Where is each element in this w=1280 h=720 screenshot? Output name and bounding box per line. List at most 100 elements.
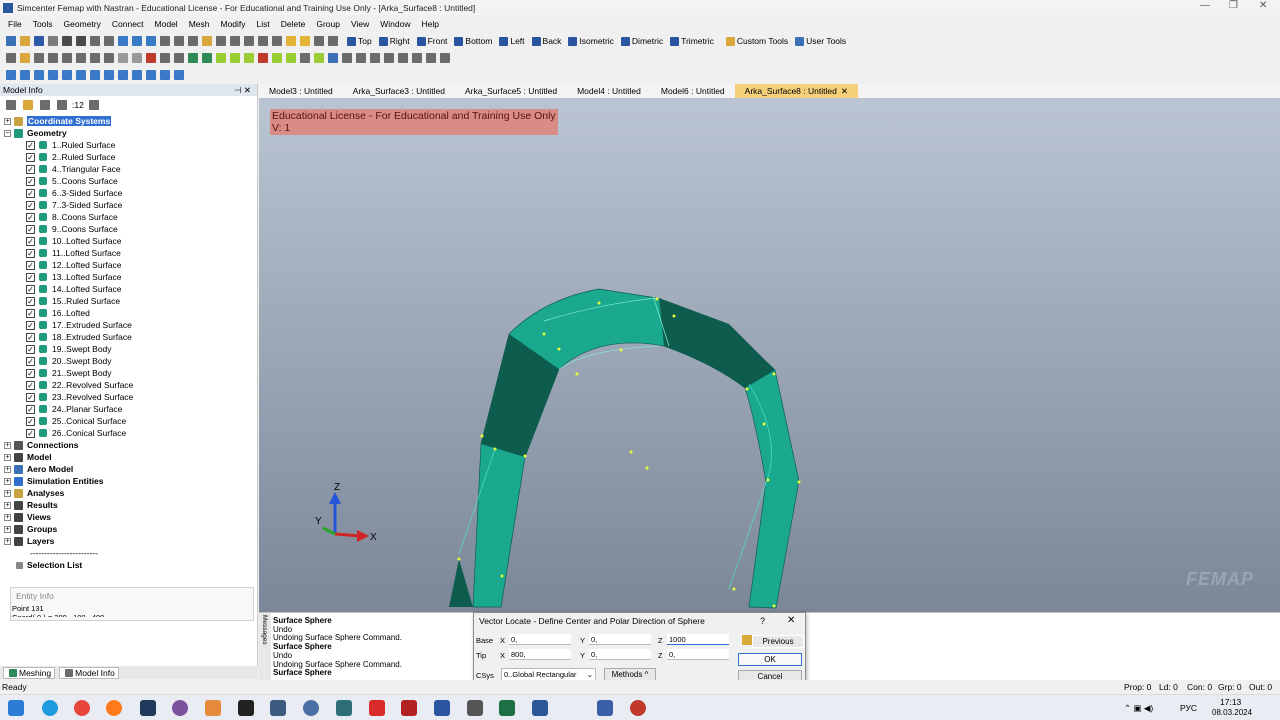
app-icon-2[interactable] [238,700,254,716]
menu-connect[interactable]: Connect [112,19,144,29]
animate-icon[interactable] [412,53,422,63]
mesh-surface-icon[interactable] [188,53,198,63]
tree-item-surface[interactable]: ✓ 18..Extruded Surface [0,331,256,343]
arch-model[interactable] [449,288,801,609]
layer-icon[interactable] [384,53,394,63]
tree-filter-icon[interactable] [23,100,33,110]
autocad-icon[interactable] [369,700,385,716]
visibility-checkbox[interactable]: ✓ [26,140,35,150]
copy-icon[interactable] [62,36,72,46]
base-x-field[interactable] [509,634,571,645]
tree-item-section[interactable]: + Analyses [0,487,256,499]
visibility-checkbox[interactable]: ✓ [26,284,35,294]
draw-line-icon[interactable] [20,70,30,80]
tree-item-section[interactable]: + Groups [0,523,256,535]
menu-group[interactable]: Group [316,19,340,29]
close-window-button[interactable]: ✕ [1259,0,1267,11]
revolve-icon[interactable] [286,53,296,63]
draw-vertical-icon[interactable] [146,70,156,80]
workplane-icon[interactable] [244,36,254,46]
pan-icon[interactable] [132,36,142,46]
highlight-icon[interactable] [286,36,296,46]
visibility-checkbox[interactable]: ✓ [26,332,35,342]
tree-item-surface[interactable]: ✓ 21..Swept Body [0,367,256,379]
expand-icon[interactable]: + [4,441,11,449]
visibility-checkbox[interactable]: ✓ [26,152,35,162]
graphics-viewport[interactable]: Model3 : Untitled Arka_Surface3 : Untitle… [259,84,1280,612]
dialog-help-button[interactable]: ? [760,616,765,626]
visibility-checkbox[interactable]: ✓ [26,380,35,390]
new-icon[interactable] [6,36,16,46]
pin-icon[interactable]: ⊣ ✕ [234,85,251,96]
app-icon-3[interactable] [270,700,286,716]
tree-item-geometry[interactable]: − Geometry [0,127,256,139]
tree-item-section[interactable]: + Model [0,451,256,463]
menu-help[interactable]: Help [422,19,439,29]
visibility-checkbox[interactable]: ✓ [26,308,35,318]
app-icon-7[interactable] [467,700,483,716]
telegram-icon[interactable] [205,700,221,716]
draw-parallel-icon[interactable] [62,70,72,80]
surface-icon[interactable] [34,53,44,63]
mesh-icon[interactable] [76,53,86,63]
rotate-icon[interactable] [118,36,128,46]
menu-file[interactable]: File [8,19,22,29]
tree-sort-icon[interactable] [57,100,67,110]
tree-expand-icon[interactable] [40,100,50,110]
property-icon[interactable] [118,53,128,63]
mesh-solid-icon[interactable] [202,53,212,63]
menu-window[interactable]: Window [380,19,410,29]
visibility-checkbox[interactable]: ✓ [26,188,35,198]
extrude-icon[interactable] [272,53,282,63]
tab-model-info[interactable]: Model Info [59,666,119,679]
render-icon[interactable] [272,36,282,46]
visibility-checkbox[interactable]: ✓ [26,368,35,378]
tree-item-section[interactable]: + Views [0,511,256,523]
expand-icon[interactable]: + [4,117,11,125]
autoscale-icon[interactable] [160,36,170,46]
model-canvas[interactable] [259,84,1280,612]
app-icon-6[interactable] [401,700,417,716]
tree-item-surface[interactable]: ✓ 26..Conical Surface [0,427,256,439]
measure-icon[interactable] [342,53,352,63]
boolean-icon[interactable] [230,53,240,63]
volume-icon[interactable] [62,53,72,63]
view-trimetric-button[interactable]: Trimetric [668,36,714,46]
tree-item-surface[interactable]: ✓ 16..Lofted [0,307,256,319]
edge-icon[interactable] [42,700,58,716]
open-icon[interactable] [20,36,30,46]
tree-item-surface[interactable]: ✓ 6..3-Sided Surface [0,187,256,199]
minimize-button[interactable]: — [1200,0,1210,11]
tree-item-surface[interactable]: ✓ 11..Lofted Surface [0,247,256,259]
visibility-checkbox[interactable]: ✓ [26,416,35,426]
tree-item-surface[interactable]: ✓ 17..Extruded Surface [0,319,256,331]
firefox-icon[interactable] [106,700,122,716]
split-icon[interactable] [258,53,268,63]
draw-horizontal-icon[interactable] [160,70,170,80]
tab-meshing[interactable]: Meshing [3,666,56,679]
paste-icon[interactable] [76,36,86,46]
tree-item-surface[interactable]: ✓ 12..Lofted Surface [0,259,256,271]
visibility-checkbox[interactable]: ✓ [26,236,35,246]
app-icon-8[interactable] [597,700,613,716]
deform-icon[interactable] [440,53,450,63]
visibility-checkbox[interactable]: ✓ [26,404,35,414]
expand-icon[interactable]: + [4,513,11,521]
pick-vector-icon[interactable] [742,635,752,645]
save-icon[interactable] [34,36,44,46]
redo-icon[interactable] [104,36,114,46]
tree-item-surface[interactable]: ✓ 5..Coons Surface [0,175,256,187]
tree-item-surface[interactable]: ✓ 22..Revolved Surface [0,379,256,391]
excel-icon[interactable] [499,700,515,716]
view-right-button[interactable]: Right [377,36,410,46]
draw-chamfer-icon[interactable] [118,70,128,80]
contour-icon[interactable] [426,53,436,63]
messages-side-tab[interactable]: Messages [259,613,271,681]
expand-icon[interactable]: + [4,501,11,509]
tree-tools-icon[interactable] [88,100,99,110]
custom-tools-button[interactable]: Custom Tools [724,36,788,46]
visibility-checkbox[interactable]: ✓ [26,320,35,330]
sweep-icon[interactable] [244,53,254,63]
grid-icon[interactable] [314,36,324,46]
tree-item-surface[interactable]: ✓ 7..3-Sided Surface [0,199,256,211]
